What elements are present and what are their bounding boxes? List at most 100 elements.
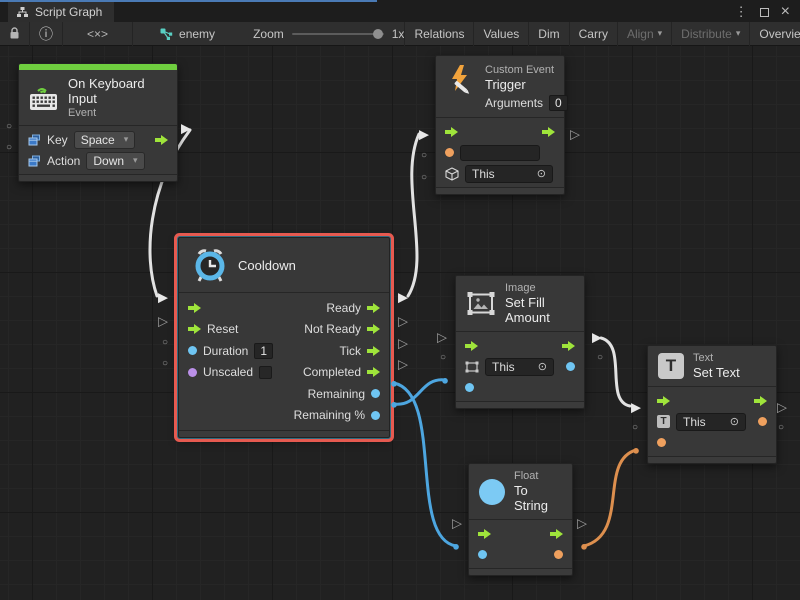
reset-flow-input-port[interactable] (188, 324, 201, 334)
node-image-set-fill-amount[interactable]: Image Set Fill Amount This (455, 275, 585, 409)
string-output-port[interactable] (554, 550, 563, 559)
window-menu-icon[interactable]: ⋮ (735, 4, 748, 20)
completed-output-port[interactable] (367, 367, 380, 377)
flow-output-port[interactable] (542, 127, 555, 137)
text-input-port[interactable] (657, 438, 666, 447)
align-dropdown[interactable]: Align▾ (618, 22, 672, 46)
duration-field[interactable]: 1 (254, 343, 273, 359)
ext-port-cooldown-ready[interactable]: ▶ (398, 291, 408, 304)
event-name-field[interactable] (460, 145, 540, 161)
carry-button[interactable]: Carry (570, 22, 618, 46)
graph-canvas[interactable]: On Keyboard Input Event Key Space ▾ (0, 46, 800, 600)
remaining-pct-output-port[interactable] (371, 411, 380, 420)
key-dropdown[interactable]: Space ▾ (74, 131, 136, 149)
flow-output-port[interactable] (754, 396, 767, 406)
ext-port-float-value-in[interactable]: ● (452, 540, 460, 553)
ext-port-custom-event-out[interactable]: ▷ (570, 128, 580, 141)
info-button[interactable]: ⓘ (30, 22, 63, 46)
ext-port-custom-event-in[interactable]: ▶ (419, 128, 429, 141)
ext-port-image-target-in[interactable]: ○ (440, 353, 446, 363)
image-icon (466, 290, 496, 317)
object-picker-icon[interactable]: ⊙ (537, 167, 546, 180)
unscaled-input-port[interactable] (188, 368, 197, 377)
close-icon[interactable]: × (781, 3, 790, 21)
ext-port-text-target-out[interactable]: ○ (778, 423, 784, 433)
ext-port-image-flow-out[interactable]: ▶ (592, 331, 602, 344)
script-graph-window: Script Graph ⋮ × ⓘ <×> e (0, 0, 800, 600)
ext-port-text-target-in[interactable]: ○ (632, 423, 638, 433)
image-output-port[interactable] (566, 362, 575, 371)
fill-amount-input-port[interactable] (465, 383, 474, 392)
ext-port-cooldown-completed[interactable]: ▷ (398, 358, 408, 371)
target-field[interactable]: This ⊙ (465, 165, 553, 183)
chevron-down-icon: ▾ (658, 28, 663, 39)
ext-port-keyboard-trigger-out[interactable]: ▶ (181, 122, 191, 135)
flow-output-port[interactable] (550, 529, 563, 539)
ext-port-action-input[interactable]: ○ (6, 143, 12, 153)
node-text-set-text[interactable]: T Text Set Text T This ⊙ (647, 345, 777, 464)
values-button[interactable]: Values (474, 22, 529, 46)
ext-port-float-result-out[interactable]: ● (580, 540, 588, 553)
lock-button[interactable] (0, 22, 30, 46)
overview-button[interactable]: Overview (750, 22, 800, 46)
ext-port-text-value-in[interactable]: ● (632, 444, 640, 457)
unscaled-checkbox[interactable] (259, 366, 272, 379)
ext-port-image-flow-in[interactable]: ▷ (437, 331, 447, 344)
trigger-output-port[interactable] (155, 135, 168, 145)
not-ready-output-port[interactable] (367, 324, 380, 334)
distribute-dropdown[interactable]: Distribute▾ (672, 22, 750, 46)
arguments-field[interactable]: 0 (549, 95, 568, 111)
ext-port-text-flow-in[interactable]: ▶ (631, 401, 641, 414)
flow-input-port[interactable] (445, 127, 458, 137)
tab-script-graph[interactable]: Script Graph (8, 2, 114, 22)
flow-input-port[interactable] (465, 341, 478, 351)
text-output-port[interactable] (758, 417, 767, 426)
target-field[interactable]: This ⊙ (676, 413, 746, 431)
maximize-icon[interactable] (760, 8, 769, 17)
relations-button[interactable]: Relations (404, 22, 474, 46)
flow-output-port[interactable] (562, 341, 575, 351)
tick-output-port[interactable] (367, 346, 380, 356)
node-on-keyboard-input[interactable]: On Keyboard Input Event Key Space ▾ (18, 63, 178, 182)
target-field[interactable]: This ⊙ (485, 358, 554, 376)
ext-port-key-input[interactable]: ○ (6, 122, 12, 132)
remaining-output-port[interactable] (371, 389, 380, 398)
ext-port-cooldown-reset[interactable]: ▷ (158, 315, 168, 328)
ready-output-port[interactable] (367, 303, 380, 313)
enter-flow-input-port[interactable] (188, 303, 201, 313)
zoom-slider[interactable] (292, 33, 384, 35)
completed-label: Completed (303, 365, 361, 379)
ext-port-event-name-in[interactable]: ○ (421, 151, 427, 161)
ext-port-cooldown-enter[interactable]: ▶ (158, 291, 168, 304)
ext-port-cooldown-not-ready[interactable]: ▷ (398, 315, 408, 328)
flow-input-port[interactable] (657, 396, 670, 406)
ext-port-image-fill-in[interactable]: ● (441, 374, 449, 387)
dim-button[interactable]: Dim (529, 22, 569, 46)
unscaled-label: Unscaled (203, 365, 253, 379)
node-float-to-string[interactable]: Float To String (468, 463, 573, 576)
duration-input-port[interactable] (188, 346, 197, 355)
object-picker-icon[interactable]: ⊙ (538, 360, 547, 373)
ext-port-cooldown-tick[interactable]: ▷ (398, 337, 408, 350)
action-dropdown[interactable]: Down ▾ (86, 152, 144, 170)
zoom-label: Zoom (253, 27, 284, 41)
object-picker-icon[interactable]: ⊙ (730, 415, 739, 428)
ext-port-cooldown-remaining[interactable]: ● (390, 377, 398, 390)
float-input-port[interactable] (478, 550, 487, 559)
flow-input-port[interactable] (478, 529, 491, 539)
string-input-port[interactable] (445, 148, 454, 157)
ext-port-cooldown-remaining-pct[interactable]: ● (390, 398, 398, 411)
graph-breadcrumb[interactable]: enemy (159, 27, 215, 41)
ext-port-float-flow-out[interactable]: ▷ (577, 517, 587, 530)
ext-port-float-flow-in[interactable]: ▷ (452, 517, 462, 530)
ext-port-image-target-out[interactable]: ○ (597, 353, 603, 363)
ext-port-cooldown-duration[interactable]: ○ (162, 338, 168, 348)
code-preview-button[interactable]: <×> (63, 22, 133, 46)
ext-port-text-flow-out[interactable]: ▷ (777, 401, 787, 414)
node-cooldown[interactable]: Cooldown Ready Reset Not Ready (178, 237, 390, 438)
node-custom-event-trigger[interactable]: Custom Event Trigger Arguments 0 (435, 55, 565, 195)
event-name-row (436, 142, 564, 163)
zoom-slider-handle[interactable] (373, 29, 383, 39)
ext-port-cooldown-unscaled[interactable]: ○ (162, 359, 168, 369)
ext-port-event-target-in[interactable]: ○ (421, 173, 427, 183)
